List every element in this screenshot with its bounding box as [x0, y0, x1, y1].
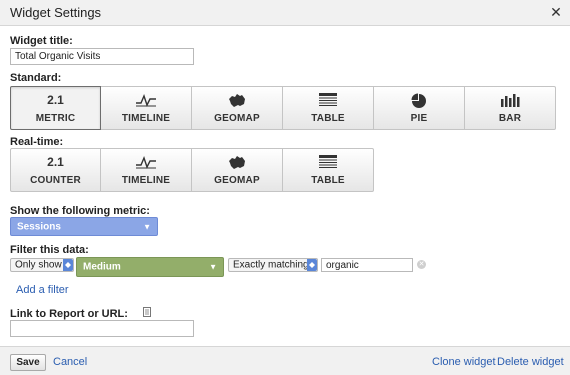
viz-timeline-button[interactable]: TIMELINE: [101, 86, 192, 130]
pie-icon: [374, 93, 464, 109]
viz-label: TABLE: [311, 175, 345, 186]
timeline-icon: [101, 155, 191, 171]
clone-widget-link[interactable]: Clone widget: [432, 356, 496, 368]
filter-dimension-value: Medium: [83, 261, 121, 273]
filter-label: Filter this data:: [10, 244, 89, 256]
dialog-titlebar: Widget Settings ✕: [0, 0, 570, 26]
realtime-label: Real-time:: [10, 136, 64, 148]
widget-title-input[interactable]: [10, 48, 194, 65]
timeline-icon: [101, 93, 191, 109]
dialog-title: Widget Settings: [10, 5, 102, 20]
close-icon[interactable]: ✕: [546, 2, 566, 22]
metric-select-value: Sessions: [17, 221, 61, 232]
metric-select[interactable]: Sessions ▼: [10, 217, 158, 236]
filter-value-input[interactable]: [321, 258, 413, 272]
link-url-input[interactable]: [10, 320, 194, 337]
viz-label: TIMELINE: [121, 175, 171, 186]
bar-chart-icon: [465, 93, 555, 109]
select-arrows-icon: [307, 259, 317, 271]
standard-viz-group: 2.1 METRIC TIMELINE GEOMAP TABLE PIE BAR: [10, 86, 556, 130]
select-arrows-icon: [63, 259, 73, 271]
viz-geomap-button[interactable]: GEOMAP: [192, 86, 283, 130]
geomap-icon: [192, 93, 282, 109]
cancel-link[interactable]: Cancel: [53, 356, 87, 368]
viz-label: BAR: [498, 113, 522, 124]
delete-widget-link[interactable]: Delete widget: [497, 356, 564, 368]
viz-counter-button[interactable]: 2.1 COUNTER: [10, 148, 101, 192]
counter-icon: 2.1: [47, 155, 64, 169]
geomap-icon: [192, 155, 282, 171]
filter-match-value: Exactly matching: [233, 259, 309, 271]
filter-match-select[interactable]: Exactly matching: [228, 258, 318, 272]
document-icon: [143, 307, 151, 317]
viz-label: TIMELINE: [121, 113, 171, 124]
filter-mode-value: Only show: [15, 259, 62, 271]
viz-label: PIE: [410, 113, 428, 124]
viz-rt-geomap-button[interactable]: GEOMAP: [192, 148, 283, 192]
table-icon: [283, 93, 373, 109]
viz-label: COUNTER: [30, 175, 81, 186]
viz-label: METRIC: [35, 113, 76, 124]
dialog-footer: Save Cancel Clone widget Delete widget: [0, 346, 570, 375]
standard-label: Standard:: [10, 72, 62, 84]
viz-rt-table-button[interactable]: TABLE: [283, 148, 374, 192]
viz-pie-button[interactable]: PIE: [374, 86, 465, 130]
save-button[interactable]: Save: [10, 354, 46, 371]
viz-rt-timeline-button[interactable]: TIMELINE: [101, 148, 192, 192]
viz-label: TABLE: [311, 113, 345, 124]
link-label: Link to Report or URL:: [10, 308, 128, 320]
viz-table-button[interactable]: TABLE: [283, 86, 374, 130]
table-icon: [283, 155, 373, 171]
viz-metric-button[interactable]: 2.1 METRIC: [10, 86, 101, 130]
viz-label: GEOMAP: [214, 175, 260, 186]
widget-title-label: Widget title:: [10, 35, 73, 47]
viz-bar-button[interactable]: BAR: [465, 86, 556, 130]
viz-label: GEOMAP: [214, 113, 260, 124]
remove-filter-icon[interactable]: ✕: [417, 260, 426, 269]
filter-dimension-select[interactable]: Medium ▼: [76, 257, 224, 277]
metric-label: Show the following metric:: [10, 205, 150, 217]
chevron-down-icon: ▼: [209, 262, 217, 272]
chevron-down-icon: ▼: [143, 222, 151, 231]
filter-mode-select[interactable]: Only show: [10, 258, 74, 272]
add-filter-link[interactable]: Add a filter: [16, 284, 69, 296]
realtime-viz-group: 2.1 COUNTER TIMELINE GEOMAP TABLE: [10, 148, 374, 192]
metric-icon: 2.1: [47, 93, 64, 107]
